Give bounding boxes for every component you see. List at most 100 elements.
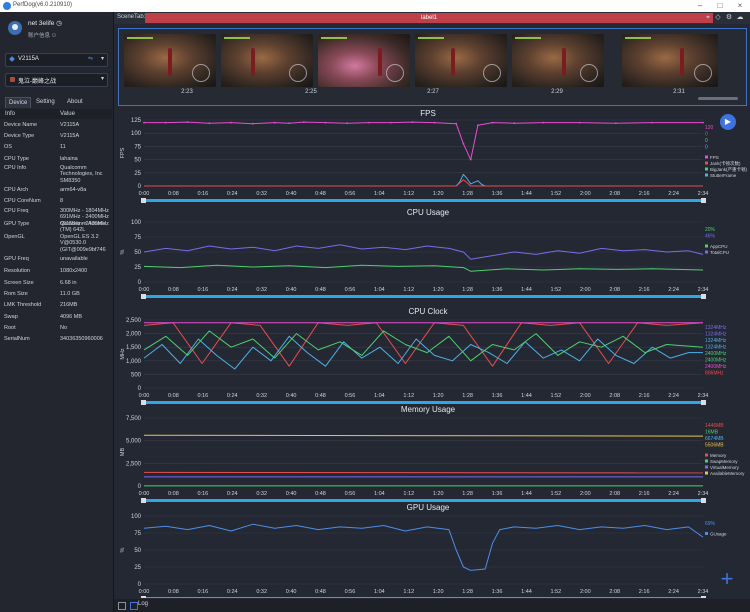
x-tick-label: 0:00 <box>139 393 150 399</box>
legend-value: 2400MHz <box>705 364 727 370</box>
data-point <box>164 121 167 124</box>
data-point <box>273 121 276 124</box>
app-icon <box>3 2 11 10</box>
title-bar: PerfDog(v6.0.210910) – □ × <box>0 0 750 12</box>
screenshot-thumbnail[interactable] <box>415 34 507 87</box>
cloud-icon[interactable]: ☁ <box>736 13 744 23</box>
chart-title-fps: FPS <box>420 109 436 118</box>
legend-label: BigJank(严重卡顿) <box>710 166 748 173</box>
user-icon: ⚇ <box>51 33 57 39</box>
close-button[interactable]: × <box>730 0 750 12</box>
x-tick-label: 0:08 <box>168 287 179 293</box>
joystick-hud <box>386 64 404 82</box>
x-tick-label: 2:00 <box>580 491 591 497</box>
scene-tab-label1[interactable]: label1 <box>145 13 713 23</box>
y-tick-label: 50 <box>134 158 141 164</box>
log-label: Log <box>138 601 149 607</box>
x-tick-label: 2:00 <box>580 393 591 399</box>
info-value: 6.68 in <box>60 280 77 286</box>
location-pin-icon[interactable]: ⌖ <box>704 13 712 23</box>
screenshot-time: 2:29 <box>551 89 563 95</box>
window-title: PerfDog(v6.0.210910) <box>13 2 73 8</box>
info-key: OS <box>4 144 12 150</box>
maximize-button[interactable]: □ <box>710 0 730 12</box>
info-key: GPU Type <box>4 221 30 227</box>
usb-icon: ⇋ <box>87 56 93 62</box>
avatar[interactable] <box>8 21 22 35</box>
health-bar <box>321 37 347 39</box>
y-tick-label: 7,500 <box>126 416 142 422</box>
settings-icon[interactable]: ⚙ <box>725 13 733 23</box>
joystick-hud <box>483 64 501 82</box>
legend-value: 1324MHz <box>705 338 727 344</box>
x-tick-label: 1:20 <box>433 287 444 293</box>
tab-setting[interactable]: Setting <box>33 97 58 107</box>
app-select[interactable]: 鬼泣-巅峰之战 ▾ <box>5 73 108 87</box>
y-tick-label: 0 <box>138 582 142 588</box>
x-tick-label: 2:24 <box>668 393 679 399</box>
legend-label: Jank(卡顿次数) <box>710 160 741 167</box>
x-tick-label: 0:24 <box>227 491 238 497</box>
add-button[interactable]: + <box>718 568 736 590</box>
log-checkbox[interactable] <box>130 602 138 610</box>
x-tick-label: 1:20 <box>433 589 444 595</box>
clock-icon: ◷ <box>56 20 62 27</box>
data-point <box>368 121 370 124</box>
x-tick-label: 2:00 <box>580 589 591 595</box>
x-tick-label: 0:32 <box>256 191 267 197</box>
data-point <box>324 121 327 124</box>
minimize-button[interactable]: – <box>690 0 710 12</box>
x-tick-label: 2:00 <box>580 191 591 197</box>
screenshot-thumbnail[interactable] <box>512 34 604 87</box>
screenshot-thumbnail[interactable] <box>124 34 216 87</box>
data-point <box>433 121 436 124</box>
screenshot-thumbnail[interactable] <box>318 34 410 87</box>
x-tick-label: 0:56 <box>345 287 356 293</box>
legend-value: 120 <box>705 125 714 131</box>
series-line <box>143 264 704 272</box>
info-key: Resolution <box>4 268 30 274</box>
x-tick-label: 1:20 <box>433 491 444 497</box>
footer-bar: Log <box>114 599 750 612</box>
play-button[interactable]: ▶ <box>720 114 736 130</box>
tab-about[interactable]: About <box>64 97 86 107</box>
data-point <box>186 121 189 124</box>
account-info-link[interactable]: 账户信息 ⚇ <box>28 31 56 39</box>
x-tick-label: 2:34 <box>698 287 709 293</box>
screenshot-time: 2:23 <box>181 89 193 95</box>
x-tick-label: 0:48 <box>315 287 326 293</box>
legend-swatch <box>705 161 708 165</box>
x-tick-label: 2:24 <box>668 491 679 497</box>
y-tick-label: 75 <box>134 531 141 537</box>
tab-device[interactable]: Device <box>5 97 32 108</box>
value-column-header: Value <box>60 111 75 117</box>
x-tick-label: 0:16 <box>197 191 208 197</box>
marker-icon[interactable]: ◇ <box>714 13 722 23</box>
info-key: Screen Size <box>4 280 34 286</box>
x-tick-label: 2:08 <box>609 191 620 197</box>
legend-value: 6674MB <box>705 436 724 442</box>
device-select[interactable]: V2115A ⇋ ▾ <box>5 53 108 67</box>
screenshot-scrollbar[interactable] <box>698 97 738 100</box>
screenshot-strip: 2:23 2:25 2:27 2:29 2:31 <box>118 28 747 106</box>
x-tick-label: 0:40 <box>286 287 297 293</box>
x-tick-label: 2:16 <box>639 191 650 197</box>
screenshot-thumbnail[interactable] <box>622 34 718 87</box>
screenshot-thumbnail[interactable] <box>221 34 313 87</box>
chart-title-gpu-usage: GPU Usage <box>406 503 450 512</box>
info-value: OpenGL ES 3.2 V@0530.0 (GIT@009e9bf746 <box>60 234 106 253</box>
legend-label: VirtualMemory <box>710 465 740 470</box>
x-tick-label: 0:32 <box>256 491 267 497</box>
x-tick-label: 1:44 <box>521 287 532 293</box>
character-figure <box>378 48 382 76</box>
chart-area: FPS CPU Usage CPU Clock Memory Usage GPU… <box>114 106 750 601</box>
info-column-header: Info <box>5 111 16 117</box>
x-tick-label: 1:52 <box>551 491 562 497</box>
info-value: 4096 MB <box>60 314 83 320</box>
legend-label: SwapMemory <box>710 459 738 464</box>
y-tick-label: 0 <box>138 184 142 190</box>
y-tick-label: 50 <box>134 548 141 554</box>
toggle-panel-checkbox[interactable] <box>118 602 126 610</box>
y-tick-label: 100 <box>131 220 142 226</box>
info-value: V2115A <box>60 122 80 128</box>
